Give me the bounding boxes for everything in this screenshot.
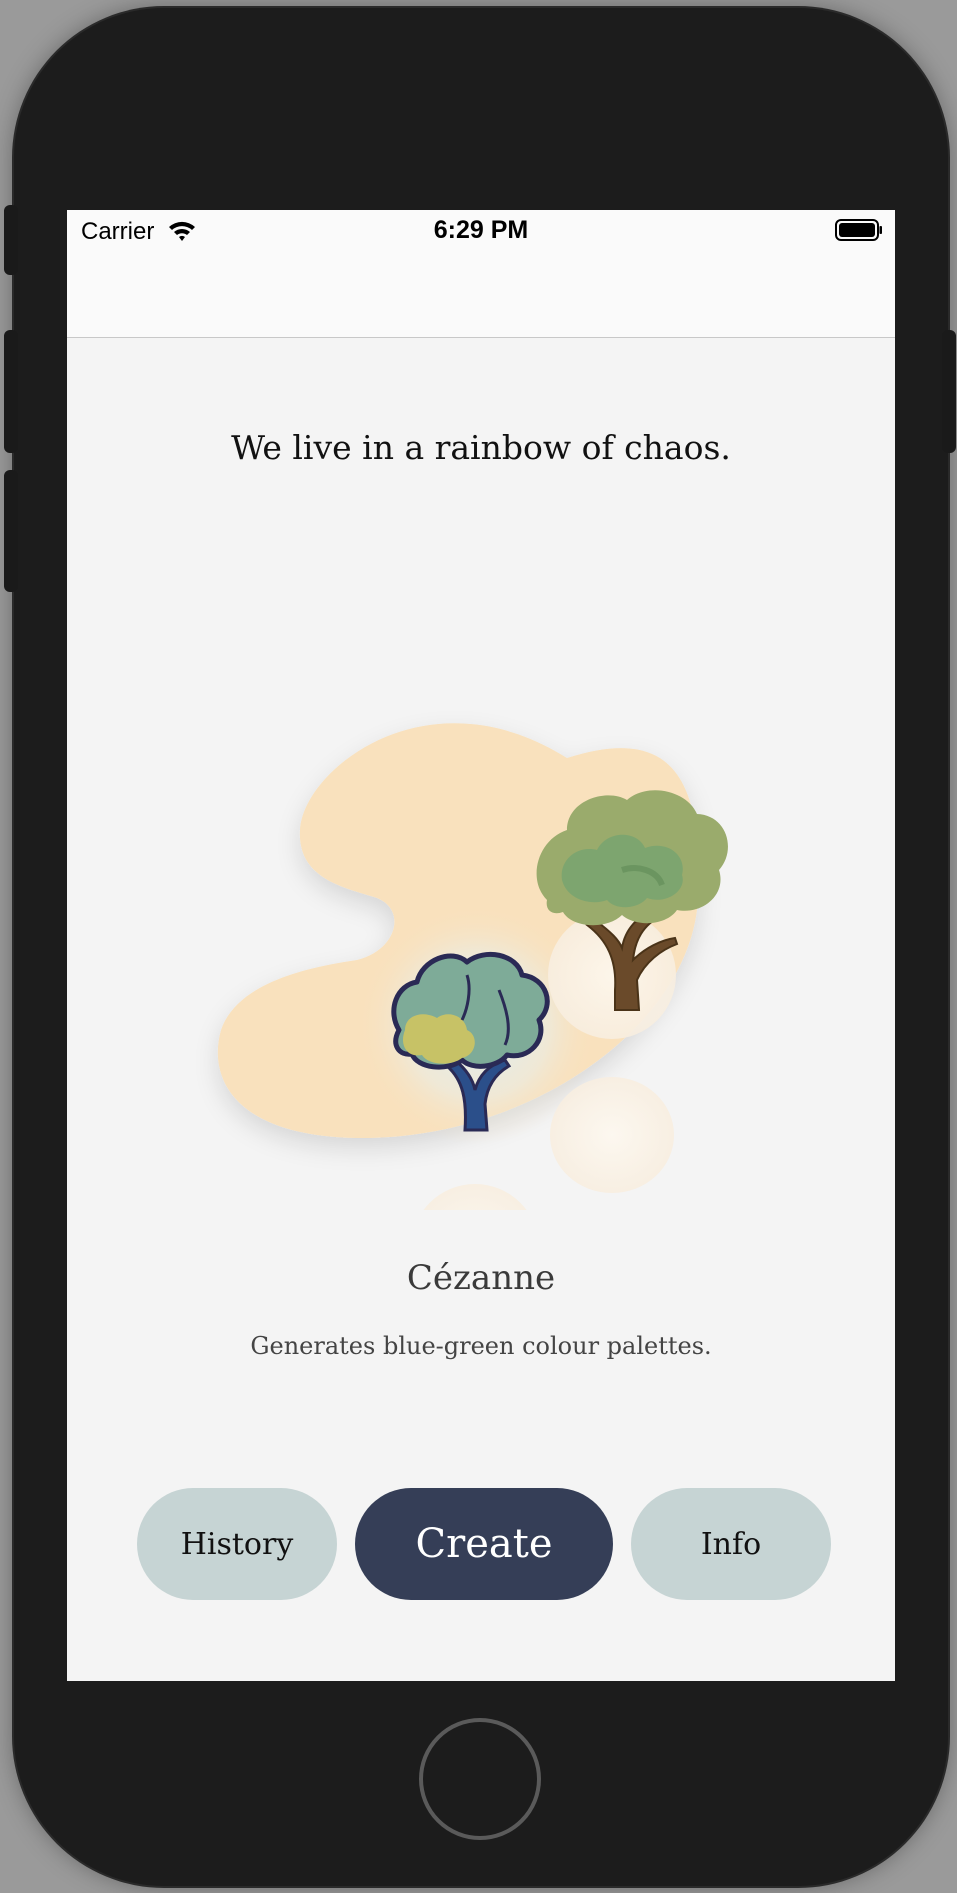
status-bar: Carrier 6:29 PM <box>67 210 895 250</box>
volume-up-button <box>4 330 18 453</box>
tagline: We live in a rainbow of chaos. <box>231 428 731 467</box>
status-time: 6:29 PM <box>433 216 529 244</box>
battery-icon <box>835 219 882 241</box>
info-button[interactable]: Info <box>631 1488 831 1600</box>
app-screen: Carrier 6:29 PM We live in a rainbow of … <box>67 210 895 1681</box>
power-button <box>942 330 956 453</box>
palette-illustration <box>217 723 728 1210</box>
history-button[interactable]: History <box>137 1488 337 1600</box>
mute-switch <box>4 205 18 275</box>
create-button-label: Create <box>415 1521 553 1567</box>
style-description: Generates blue-green colour palettes. <box>250 1332 712 1360</box>
create-button[interactable]: Create <box>355 1488 613 1600</box>
volume-down-button <box>4 470 18 592</box>
style-name: Cézanne <box>406 1258 556 1298</box>
history-button-label: History <box>180 1526 294 1562</box>
info-button-label: Info <box>700 1526 762 1562</box>
home-button[interactable] <box>419 1718 541 1840</box>
